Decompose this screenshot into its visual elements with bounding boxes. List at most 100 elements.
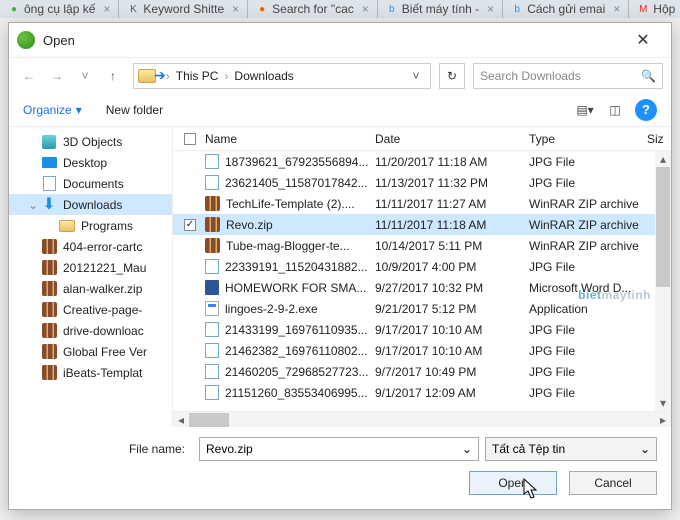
scroll-left-icon[interactable]: ◂ xyxy=(173,412,189,427)
file-row[interactable]: 21462382_16976110802... 9/17/2017 10:10 … xyxy=(173,340,671,361)
file-row[interactable]: HOMEWORK FOR SMA... 9/27/2017 10:32 PM M… xyxy=(173,277,671,298)
tree-item[interactable]: drive-downloac xyxy=(9,320,172,341)
tree-item[interactable]: Global Free Ver xyxy=(9,341,172,362)
tab-label: Cách gửi emai xyxy=(527,2,605,16)
tree-item[interactable]: iBeats-Templat xyxy=(9,362,172,383)
zip-icon xyxy=(41,240,57,254)
tab-close-icon[interactable]: × xyxy=(232,2,239,16)
file-date: 9/27/2017 10:32 PM xyxy=(375,281,529,295)
navigation-pane[interactable]: 3D Objects Desktop Documents⌄⬇DownloadsPro… xyxy=(9,127,173,427)
preview-pane-icon[interactable]: ◫ xyxy=(601,99,629,121)
vertical-scrollbar[interactable]: ▴ ▾ xyxy=(655,151,671,411)
file-row[interactable]: Revo.zip 11/11/2017 11:18 AM WinRAR ZIP … xyxy=(173,214,671,235)
crumb-downloads[interactable]: Downloads xyxy=(228,67,299,85)
cancel-button[interactable]: Cancel xyxy=(569,471,657,495)
back-icon[interactable]: ← xyxy=(17,64,41,88)
browser-tab[interactable]: ●ông cụ lập kế× xyxy=(0,0,119,18)
file-row[interactable]: 18739621_67923556894... 11/20/2017 11:18… xyxy=(173,151,671,172)
favicon-icon: K xyxy=(127,3,139,15)
refresh-icon[interactable]: ↻ xyxy=(439,63,465,89)
file-row[interactable]: 23621405_11587017842... 11/13/2017 11:32… xyxy=(173,172,671,193)
chevron-down-icon[interactable]: ⌄ xyxy=(462,442,472,456)
recent-dropdown-icon[interactable]: ˅ xyxy=(73,64,97,88)
file-name: 18739621_67923556894... xyxy=(225,155,368,169)
browser-tab[interactable]: KKeyword Shitte× xyxy=(119,0,248,18)
header-size[interactable]: Siz xyxy=(647,132,671,146)
tree-item[interactable]: Creative-page- xyxy=(9,299,172,320)
file-date: 9/7/2017 10:49 PM xyxy=(375,365,529,379)
select-all-checkbox[interactable] xyxy=(184,133,196,145)
help-icon[interactable]: ? xyxy=(635,99,657,121)
file-list: Name Date Type Siz bietmaytinh 18739621_… xyxy=(173,127,671,427)
row-checkbox[interactable] xyxy=(184,219,196,231)
new-folder-button[interactable]: New folder xyxy=(106,103,163,117)
zip-icon xyxy=(41,303,57,317)
tree-item[interactable]: 3D Objects xyxy=(9,131,172,152)
scroll-right-icon[interactable]: ▸ xyxy=(655,412,671,427)
file-row[interactable]: 22339191_11520431882... 10/9/2017 4:00 P… xyxy=(173,256,671,277)
open-button[interactable]: Open xyxy=(469,471,557,495)
browser-tab[interactable]: MHộp× xyxy=(629,0,680,18)
browser-tab[interactable]: b Biết máy tính - × xyxy=(378,0,503,18)
file-row[interactable]: Tube-mag-Blogger-te... 10/14/2017 5:11 P… xyxy=(173,235,671,256)
view-mode-icon[interactable]: ▤▾ xyxy=(571,99,599,121)
tree-item[interactable]: alan-walker.zip xyxy=(9,278,172,299)
favicon-icon: ● xyxy=(256,3,268,15)
header-type[interactable]: Type xyxy=(529,132,647,146)
favicon-icon: b xyxy=(386,3,398,15)
file-type: JPG File xyxy=(529,365,647,379)
tab-close-icon[interactable]: × xyxy=(613,2,620,16)
scroll-up-icon[interactable]: ▴ xyxy=(655,151,671,167)
organize-button[interactable]: Organize▾ xyxy=(23,103,82,117)
file-row[interactable]: 21433199_16976110935... 9/17/2017 10:10 … xyxy=(173,319,671,340)
filename-input[interactable]: Revo.zip ⌄ xyxy=(199,437,479,461)
desk-icon xyxy=(41,156,57,170)
address-bar: ← → ˅ ↑ ➔ › This PC › Downloads ˅ ↻ Sear… xyxy=(9,57,671,93)
breadcrumb-dropdown-icon[interactable]: ˅ xyxy=(406,69,426,83)
twisty-icon[interactable]: ⌄ xyxy=(27,198,39,212)
file-row[interactable]: lingoes-2-9-2.exe 9/21/2017 5:12 PM Appl… xyxy=(173,298,671,319)
chevron-down-icon[interactable]: ⌄ xyxy=(640,442,650,456)
header-name[interactable]: Name xyxy=(203,132,375,146)
close-icon[interactable]: ✕ xyxy=(623,30,663,50)
file-type: Microsoft Word D... xyxy=(529,281,647,295)
search-icon: 🔍 xyxy=(641,69,656,83)
crumb-this-pc[interactable]: This PC xyxy=(170,67,225,85)
header-date[interactable]: Date xyxy=(375,132,529,146)
column-headers[interactable]: Name Date Type Siz xyxy=(173,127,671,151)
tab-close-icon[interactable]: × xyxy=(362,2,369,16)
filetype-select[interactable]: Tất cả Tệp tin ⌄ xyxy=(485,437,657,461)
file-type: JPG File xyxy=(529,386,647,400)
file-type: WinRAR ZIP archive xyxy=(529,197,647,211)
file-icon xyxy=(205,343,219,358)
folder-icon[interactable]: ➔ xyxy=(138,67,166,84)
browser-tab[interactable]: ●Search for "cac× xyxy=(248,0,378,18)
scroll-thumb[interactable] xyxy=(656,167,670,287)
tree-item[interactable]: 404-error-cartc xyxy=(9,236,172,257)
tree-label: Desktop xyxy=(63,156,107,170)
favicon-icon: ● xyxy=(8,3,20,15)
tree-label: Global Free Ver xyxy=(63,345,147,359)
zip-icon xyxy=(41,261,57,275)
file-row[interactable]: 21151260_83553406995... 9/1/2017 12:09 A… xyxy=(173,382,671,403)
up-icon[interactable]: ↑ xyxy=(101,64,125,88)
breadcrumb[interactable]: ➔ › This PC › Downloads ˅ xyxy=(133,63,431,89)
file-row[interactable]: TechLife-Template (2).... 11/11/2017 11:… xyxy=(173,193,671,214)
open-dialog: Open ✕ ← → ˅ ↑ ➔ › This PC › Downloads ˅… xyxy=(8,22,672,510)
file-icon xyxy=(205,280,219,295)
tab-label: Biết máy tính - xyxy=(402,2,479,16)
tree-item[interactable]: ⌄⬇Downloads xyxy=(9,194,172,215)
hscroll-thumb[interactable] xyxy=(189,413,229,427)
file-date: 9/21/2017 5:12 PM xyxy=(375,302,529,316)
horizontal-scrollbar[interactable]: ◂ ▸ xyxy=(173,411,671,427)
tab-close-icon[interactable]: × xyxy=(103,2,110,16)
tree-item[interactable]: Desktop xyxy=(9,152,172,173)
tree-item[interactable]: 20121221_Mau xyxy=(9,257,172,278)
browser-tab[interactable]: bCách gửi emai× xyxy=(503,0,629,18)
search-input[interactable]: Search Downloads 🔍 xyxy=(473,63,663,89)
scroll-down-icon[interactable]: ▾ xyxy=(655,395,671,411)
tree-item[interactable]: Documents xyxy=(9,173,172,194)
file-row[interactable]: 21460205_72968527723... 9/7/2017 10:49 P… xyxy=(173,361,671,382)
tree-item[interactable]: Programs xyxy=(9,215,172,236)
tab-close-icon[interactable]: × xyxy=(487,2,494,16)
